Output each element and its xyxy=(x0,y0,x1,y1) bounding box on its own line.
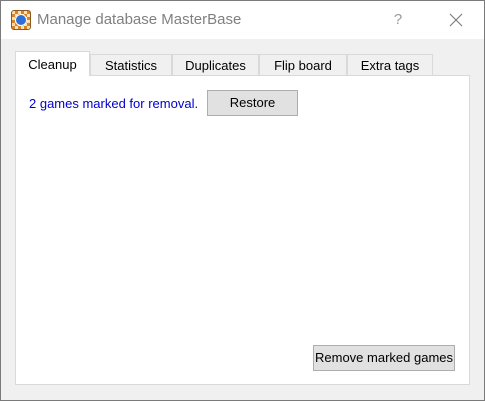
title-bar[interactable]: Manage database MasterBase ? xyxy=(1,1,484,39)
cleanup-panel: 2 games marked for removal. Restore Remo… xyxy=(15,75,470,385)
tab-duplicates[interactable]: Duplicates xyxy=(172,54,259,75)
remove-marked-games-button[interactable]: Remove marked games xyxy=(313,345,455,371)
dialog-window: Manage database MasterBase ? Cleanup Sta… xyxy=(0,0,485,401)
tab-extra-tags[interactable]: Extra tags xyxy=(347,54,433,75)
help-button[interactable]: ? xyxy=(383,2,413,38)
chess-knight-icon xyxy=(11,10,31,30)
window-title: Manage database MasterBase xyxy=(37,11,242,28)
restore-button[interactable]: Restore xyxy=(207,90,298,116)
tab-flip-board[interactable]: Flip board xyxy=(259,54,347,75)
close-button[interactable] xyxy=(438,2,474,38)
tab-cleanup[interactable]: Cleanup xyxy=(15,51,90,76)
tab-statistics[interactable]: Statistics xyxy=(90,54,172,75)
removal-status-text: 2 games marked for removal. xyxy=(29,96,199,111)
close-icon xyxy=(449,13,463,27)
